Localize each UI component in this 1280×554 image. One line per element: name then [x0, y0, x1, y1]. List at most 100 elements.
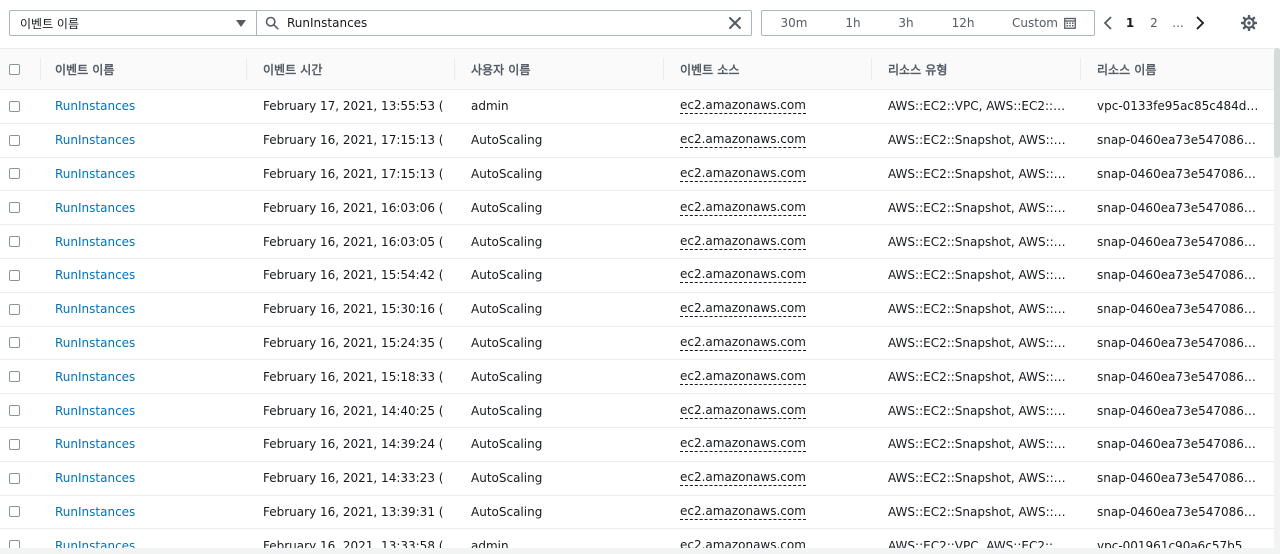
event-source-text[interactable]: ec2.amazonaws.com	[680, 166, 806, 182]
event-name-link[interactable]: RunInstances	[55, 99, 135, 113]
row-checkbox[interactable]	[9, 269, 20, 281]
row-checkbox[interactable]	[9, 405, 20, 417]
range-custom-label: Custom	[1012, 16, 1058, 30]
event-source-text[interactable]: ec2.amazonaws.com	[680, 267, 806, 284]
resource-name-text: snap-0460ea73e547086b9...	[1097, 133, 1261, 148]
column-header-event-name[interactable]: 이벤트 이름	[55, 49, 235, 89]
table-row[interactable]: RunInstances February 16, 2021, 16:03:06 …	[0, 191, 1274, 226]
column-divider[interactable]	[454, 58, 455, 80]
table-row[interactable]: RunInstances February 16, 2021, 13:39:31 …	[0, 496, 1274, 530]
row-checkbox[interactable]	[9, 168, 20, 180]
event-name-link[interactable]: RunInstances	[55, 167, 135, 181]
gear-icon[interactable]	[1238, 12, 1260, 34]
table-row[interactable]: RunInstances February 16, 2021, 14:33:23 …	[0, 462, 1274, 496]
range-3h-button[interactable]: 3h	[880, 11, 932, 35]
column-header-event-source[interactable]: 이벤트 소스	[680, 49, 860, 89]
caret-down-icon	[236, 19, 246, 27]
table-row[interactable]: RunInstances February 16, 2021, 14:39:24 …	[0, 428, 1274, 462]
row-checkbox[interactable]	[9, 337, 20, 349]
column-divider[interactable]	[40, 58, 41, 80]
event-source-text[interactable]: ec2.amazonaws.com	[680, 98, 806, 115]
event-source-cell: ec2.amazonaws.com	[680, 496, 860, 529]
row-checkbox[interactable]	[9, 371, 20, 383]
event-name-cell: RunInstances	[55, 293, 235, 326]
event-name-link[interactable]: RunInstances	[55, 437, 135, 451]
event-name-link[interactable]: RunInstances	[55, 268, 135, 282]
table-row[interactable]: RunInstances February 16, 2021, 16:03:05 …	[0, 225, 1274, 259]
event-source-text[interactable]: ec2.amazonaws.com	[680, 234, 806, 250]
range-30m-button[interactable]: 30m	[762, 11, 826, 35]
horizontal-scrollbar[interactable]	[0, 548, 1280, 554]
chevron-right-icon[interactable]	[1190, 13, 1210, 33]
column-divider[interactable]	[1080, 58, 1081, 80]
event-name-link[interactable]: RunInstances	[55, 471, 135, 485]
row-select-cell	[9, 158, 29, 191]
event-name-link[interactable]: RunInstances	[55, 505, 135, 519]
table-row[interactable]: RunInstances February 16, 2021, 15:30:16 …	[0, 293, 1274, 327]
table-row[interactable]: RunInstances February 17, 2021, 13:55:53 …	[0, 90, 1274, 124]
event-name-link[interactable]: RunInstances	[55, 404, 135, 418]
range-1h-button[interactable]: 1h	[826, 11, 880, 35]
attribute-dropdown[interactable]: 이벤트 이름	[9, 10, 256, 36]
table-row[interactable]: RunInstances February 16, 2021, 13:33:58 …	[0, 529, 1274, 549]
table-row[interactable]: RunInstances February 16, 2021, 14:40:25 …	[0, 394, 1274, 428]
row-select-cell	[9, 124, 29, 157]
row-checkbox[interactable]	[9, 100, 20, 112]
row-checkbox[interactable]	[9, 303, 20, 315]
event-source-text[interactable]: ec2.amazonaws.com	[680, 301, 806, 318]
row-checkbox[interactable]	[9, 202, 20, 214]
event-source-text[interactable]: ec2.amazonaws.com	[680, 504, 806, 520]
resource-type-text: AWS::EC2::Snapshot, AWS::EC...	[888, 234, 1066, 249]
search-input[interactable]	[287, 16, 727, 30]
event-time-cell: February 16, 2021, 15:24:35 (...	[263, 327, 443, 360]
table-row[interactable]: RunInstances February 16, 2021, 15:18:33 …	[0, 360, 1274, 395]
range-custom-button[interactable]: Custom	[994, 11, 1094, 35]
table-row[interactable]: RunInstances February 16, 2021, 17:15:13 …	[0, 158, 1274, 192]
user-name-text: AutoScaling	[471, 166, 543, 181]
row-checkbox[interactable]	[9, 506, 20, 518]
column-divider[interactable]	[871, 58, 872, 80]
column-header-user-name[interactable]: 사용자 이름	[471, 49, 651, 89]
table-row[interactable]: RunInstances February 16, 2021, 17:15:13 …	[0, 124, 1274, 158]
event-source-text[interactable]: ec2.amazonaws.com	[680, 369, 806, 385]
row-checkbox[interactable]	[9, 438, 20, 450]
event-source-text[interactable]: ec2.amazonaws.com	[680, 200, 806, 216]
page-1-button[interactable]: 1	[1118, 16, 1142, 30]
table-row[interactable]: RunInstances February 16, 2021, 15:24:35 …	[0, 327, 1274, 361]
event-name-link[interactable]: RunInstances	[55, 235, 135, 249]
event-source-text[interactable]: ec2.amazonaws.com	[680, 403, 806, 419]
row-checkbox[interactable]	[9, 134, 20, 146]
event-name-link[interactable]: RunInstances	[55, 201, 135, 215]
event-source-cell: ec2.amazonaws.com	[680, 124, 860, 157]
chevron-left-icon[interactable]	[1098, 13, 1118, 33]
vertical-scrollbar-thumb[interactable]	[1274, 48, 1280, 158]
event-name-link[interactable]: RunInstances	[55, 133, 135, 147]
user-name-cell: AutoScaling	[471, 428, 651, 461]
row-checkbox[interactable]	[9, 472, 20, 484]
column-header-resource-type[interactable]: 리소스 유형	[888, 49, 1066, 89]
resource-name-cell: snap-0460ea73e547086b9...	[1097, 496, 1261, 529]
table-row[interactable]: RunInstances February 16, 2021, 15:54:42 …	[0, 259, 1274, 293]
close-icon[interactable]	[727, 15, 743, 31]
event-name-link[interactable]: RunInstances	[55, 336, 135, 350]
row-checkbox[interactable]	[9, 236, 20, 248]
event-source-text[interactable]: ec2.amazonaws.com	[680, 436, 806, 453]
event-source-text[interactable]: ec2.amazonaws.com	[680, 335, 806, 351]
select-all-checkbox[interactable]	[9, 63, 20, 75]
column-divider[interactable]	[246, 58, 247, 80]
page-2-button[interactable]: 2	[1142, 16, 1166, 30]
user-name-cell: AutoScaling	[471, 293, 651, 326]
event-source-text[interactable]: ec2.amazonaws.com	[680, 132, 806, 149]
column-header-event-time[interactable]: 이벤트 시간	[263, 49, 443, 89]
resource-type-text: AWS::EC2::Snapshot, AWS::EC...	[888, 504, 1066, 519]
user-name-text: AutoScaling	[471, 471, 543, 486]
row-select-cell	[9, 293, 29, 326]
event-name-cell: RunInstances	[55, 394, 235, 427]
event-source-text[interactable]: ec2.amazonaws.com	[680, 470, 806, 487]
event-name-link[interactable]: RunInstances	[55, 370, 135, 384]
event-name-link[interactable]: RunInstances	[55, 302, 135, 316]
range-12h-button[interactable]: 12h	[932, 11, 994, 35]
column-header-resource-name[interactable]: 리소스 이름	[1097, 49, 1261, 89]
column-divider[interactable]	[663, 58, 664, 80]
resource-name-cell: vpc-001961c90a6c57b52...	[1097, 529, 1261, 549]
